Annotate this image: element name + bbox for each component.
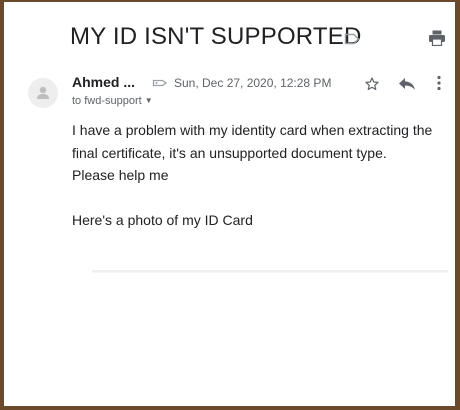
body-line: Please help me xyxy=(72,167,169,183)
avatar[interactable] xyxy=(28,78,58,108)
email-date: Sun, Dec 27, 2020, 12:28 PM xyxy=(174,76,332,90)
recipient-label: to fwd-support xyxy=(72,95,142,107)
divider xyxy=(92,270,448,273)
person-icon xyxy=(37,86,49,99)
subject-row: MY ID ISN'T SUPPORTED xyxy=(4,22,455,56)
body-line: Here's a photo of my ID Card xyxy=(72,212,253,228)
star-icon[interactable] xyxy=(364,76,380,97)
body-paragraph: I have a problem with my identity card w… xyxy=(72,122,433,161)
more-vertical-icon[interactable] xyxy=(436,75,442,96)
sender-name[interactable]: Ahmed ... xyxy=(72,74,135,90)
label-icon[interactable] xyxy=(344,32,360,50)
recipient-details[interactable]: to fwd-support ▼ xyxy=(72,95,153,107)
email-subject: MY ID ISN'T SUPPORTED xyxy=(70,23,362,50)
chevron-down-icon[interactable]: ▼ xyxy=(145,96,153,105)
email-view: MY ID ISN'T SUPPORTED Ahmed ... Sun, Dec… xyxy=(4,2,455,406)
tag-icon xyxy=(152,76,168,94)
reply-icon[interactable] xyxy=(398,77,416,96)
email-body: I have a problem with my identity card w… xyxy=(72,119,444,232)
print-icon[interactable] xyxy=(428,30,446,51)
